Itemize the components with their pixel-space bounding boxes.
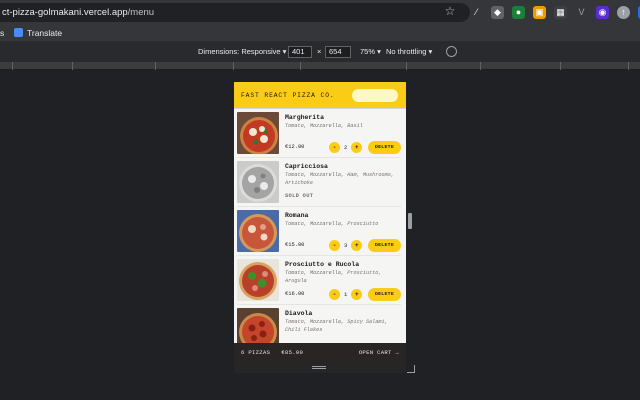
resize-handle-bottom[interactable] [234,363,406,373]
pizza-image-capricciosa [237,161,279,203]
bookmark-star-icon[interactable]: ☆ [443,4,457,18]
purple-extension-icon[interactable]: ◉ [596,5,609,19]
bookmarks-bar: s Translate [0,24,640,42]
increase-button[interactable]: + [351,240,363,251]
bookmark-translate-label: Translate [27,28,63,38]
cart-count: 6 PIZZAS [241,349,271,356]
cart-total: €85.00 [281,349,304,356]
bookmark-apps[interactable]: s [0,24,4,42]
increase-button[interactable]: + [351,289,363,300]
resize-handle-corner[interactable] [407,365,415,373]
quantity-value: 1 [344,291,348,298]
url-host: ct-pizza-golmakani.vercel.app [2,7,128,18]
item-ingredients: Tomato, Mozzarella, Prosciutto, Arugula [285,270,382,284]
quantity-value: 2 [344,144,348,151]
item-price: €15.00 [285,242,305,248]
ruler-tick [12,62,13,70]
quantity-value: 3 [344,242,348,249]
dimensions-select[interactable]: Dimensions: Responsive ▾ [198,47,286,56]
device-toolbar: Dimensions: Responsive ▾ 401 × 654 75% ▾… [0,42,640,62]
translate-icon [14,28,23,37]
url-path: /menu [127,7,155,18]
quantity-stepper: - 3 + [329,240,363,251]
address-bar: ct-pizza-golmakani.vercel.app/menu ☆ ⁄ ◆… [0,0,640,24]
quantity-stepper: - 2 + [329,142,363,153]
menu-list: Margherita Tomato, Mozzarella, Basil €12… [234,109,406,343]
sold-out-label: SOLD OUT [285,193,314,199]
item-price: €12.00 [285,144,305,150]
item-ingredients: Tomato, Mozzarella, Spicy Salami, Chili … [285,319,388,333]
quantity-stepper: - 1 + [329,289,363,300]
height-input[interactable]: 654 [325,46,351,58]
item-name: Margherita [285,114,325,121]
item-name: Romana [285,212,309,219]
width-input[interactable]: 401 [288,46,312,58]
item-name: Prosciutto e Rucola [285,261,360,268]
pizza-image-margherita [237,112,279,154]
ruler-tick [406,62,407,70]
dimension-separator: × [317,47,322,56]
ruler-tick [72,62,73,70]
menu-item-prosciutto-e-rucola: Prosciutto e Rucola Tomato, Mozzarella, … [237,256,401,305]
item-ingredients: Tomato, Mozzarella, Basil [285,123,363,129]
delete-button[interactable]: DELETE [368,239,401,252]
decrease-button[interactable]: - [329,289,340,300]
menu-item-margherita: Margherita Tomato, Mozzarella, Basil €12… [237,109,401,158]
shield-extension-icon[interactable]: ◆ [491,5,504,19]
emulated-device-screen: FAST REACT PIZZA CO. Margherita Tomato, … [234,82,406,373]
item-price: €16.00 [285,291,305,297]
ruler-tick [233,62,234,70]
ruler-tick [300,62,301,70]
ruler-tick [155,62,156,70]
rotate-icon[interactable] [446,46,457,57]
pizza-image-prosciutto-e-rucola [237,259,279,301]
menu-item-diavola: Diavola Tomato, Mozzarella, Spicy Salami… [237,305,401,343]
open-cart-link[interactable]: OPEN CART → [359,343,399,363]
grid-extension-icon[interactable]: ▦ [554,5,567,19]
vue-devtools-icon[interactable]: V [575,6,588,19]
profile-extension-icon[interactable]: ↑ [617,5,630,19]
menu-item-romana: Romana Tomato, Mozzarella, Prosciutto €1… [237,207,401,256]
ruler-tick [560,62,561,70]
delete-button[interactable]: DELETE [368,141,401,154]
item-ingredients: Tomato, Mozzarella, Prosciutto [285,221,379,227]
pizza-image-diavola [237,308,279,343]
resize-handle-right[interactable] [408,213,412,229]
bookmark-translate[interactable]: Translate [14,24,62,42]
app-logo[interactable]: FAST REACT PIZZA CO. [241,92,335,99]
decrease-button[interactable]: - [329,142,340,153]
ruler-tick [628,62,629,70]
green-extension-icon[interactable]: ● [512,5,525,19]
eyedropper-icon[interactable]: ⁄ [470,6,483,19]
ruler-tick [480,62,481,70]
orange-extension-icon[interactable]: ▣ [533,5,546,19]
delete-button[interactable]: DELETE [368,288,401,301]
zoom-select[interactable]: 75% ▾ [360,47,381,56]
item-name: Capricciosa [285,163,328,170]
pizza-image-romana [237,210,279,252]
menu-item-capricciosa: Capricciosa Tomato, Mozzarella, Ham, Mus… [237,158,401,207]
url-field[interactable]: ct-pizza-golmakani.vercel.app/menu [0,3,470,22]
order-search-input[interactable] [352,89,398,102]
item-name: Diavola [285,310,313,317]
grip-icon [312,366,326,367]
cart-overview: 6 PIZZAS €85.00 OPEN CART → [234,343,406,363]
app-header: FAST REACT PIZZA CO. [234,82,406,109]
item-ingredients: Tomato, Mozzarella, Ham, Mushrooms, Arti… [285,172,394,186]
cart-summary: 6 PIZZAS €85.00 [241,343,303,363]
throttling-select[interactable]: No throttling ▾ [386,47,432,56]
extensions-toolbar: ⁄ ◆ ● ▣ ▦ V ◉ ↑ ◧ [470,4,640,20]
increase-button[interactable]: + [351,142,363,153]
decrease-button[interactable]: - [329,240,340,251]
media-query-ruler [0,62,640,70]
